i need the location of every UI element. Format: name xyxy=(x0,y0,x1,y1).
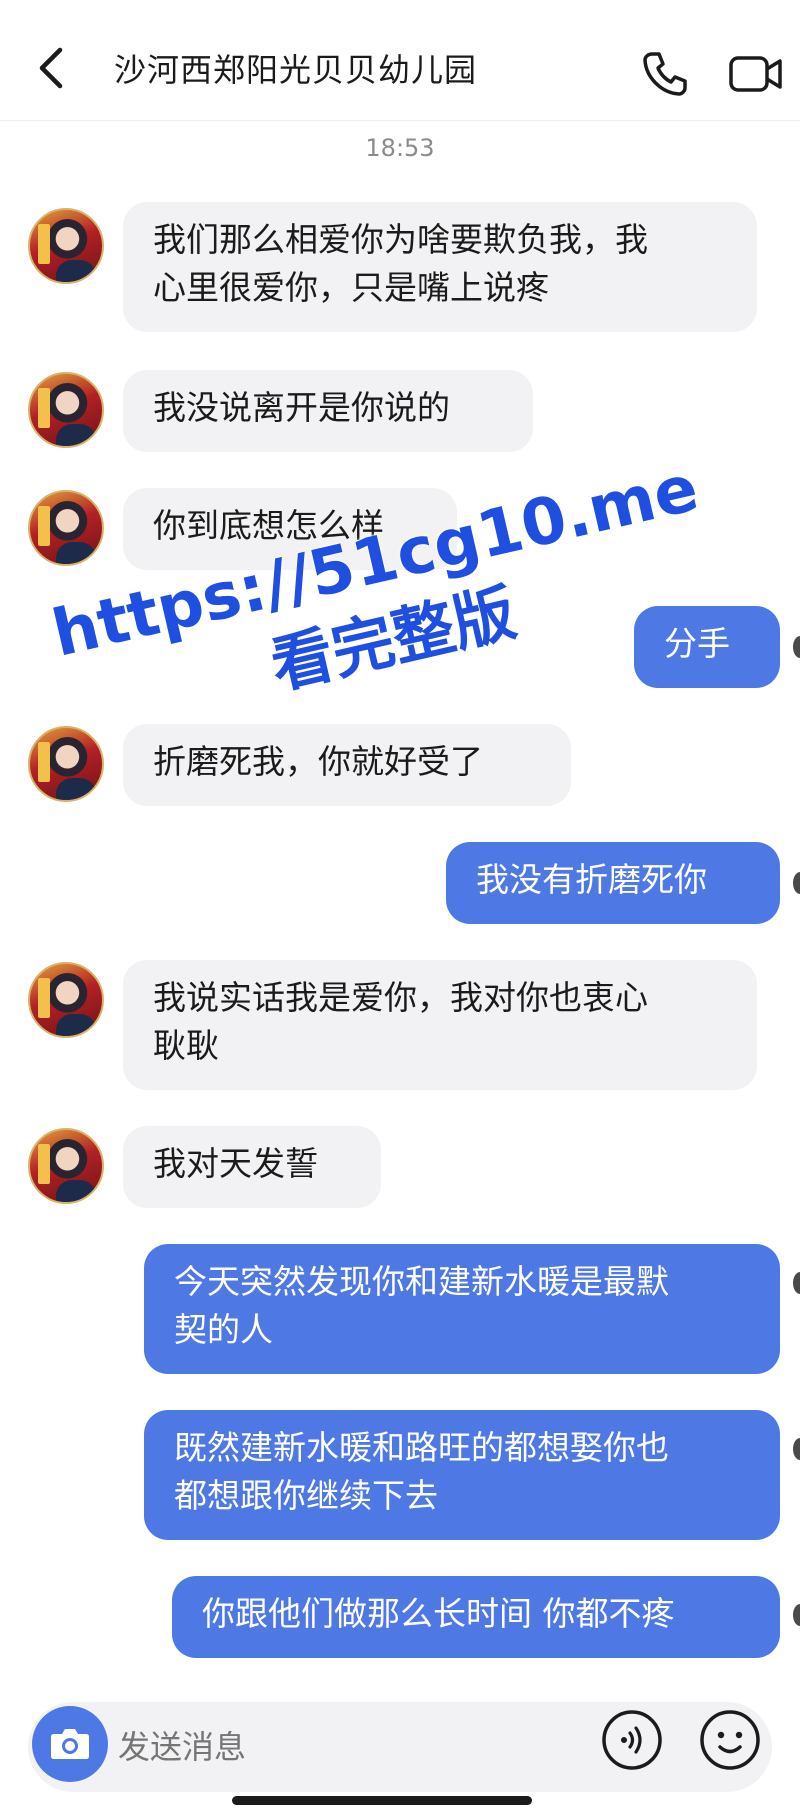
voice-message-button[interactable] xyxy=(600,1708,664,1772)
message-timestamp: 18:53 xyxy=(365,134,435,162)
phone-icon xyxy=(643,52,687,96)
incoming-message-bubble[interactable]: 我说实话我是爱你，我对你也衷心 耿耿 xyxy=(123,960,757,1090)
voice-call-button[interactable] xyxy=(640,48,690,98)
contact-avatar[interactable] xyxy=(28,490,104,566)
chat-header: 沙河西郑阳光贝贝幼儿园 xyxy=(0,0,800,121)
emoji-icon xyxy=(700,1710,760,1770)
outgoing-message-bubble[interactable]: 既然建新水暖和路旺的都想娶你也 都想跟你继续下去 xyxy=(144,1410,780,1540)
user-avatar-edge xyxy=(793,872,800,894)
message-line: 我说实话我是爱你，我对你也衷心 xyxy=(153,978,648,1017)
incoming-message-bubble[interactable]: 我没说离开是你说的 xyxy=(123,370,533,452)
contact-avatar[interactable] xyxy=(28,1128,104,1204)
outgoing-message-bubble[interactable]: 我没有折磨死你 xyxy=(446,842,780,924)
message-line: 我没说离开是你说的 xyxy=(153,388,450,427)
message-line: 既然建新水暖和路旺的都想娶你也 xyxy=(174,1428,669,1467)
message-line: 我对天发誓 xyxy=(153,1144,318,1183)
contact-avatar[interactable] xyxy=(28,962,104,1038)
chat-title: 沙河西郑阳光贝贝幼儿园 xyxy=(114,51,478,89)
incoming-message-bubble[interactable]: 我们那么相爱你为啥要欺负我，我 心里很爱你，只是嘴上说疼 xyxy=(123,202,757,332)
message-line: 分手 xyxy=(664,624,730,663)
message-line: 心里很爱你，只是嘴上说疼 xyxy=(153,268,549,307)
emoji-button[interactable] xyxy=(698,1708,762,1772)
voice-icon xyxy=(602,1710,662,1770)
contact-avatar[interactable] xyxy=(28,208,104,284)
outgoing-message-bubble[interactable]: 你跟他们做那么长时间 你都不疼 xyxy=(172,1576,780,1658)
camera-button[interactable] xyxy=(32,1706,108,1782)
back-button[interactable] xyxy=(30,40,74,96)
user-avatar-edge xyxy=(793,1438,800,1460)
user-avatar-edge xyxy=(793,1272,800,1294)
video-camera-icon xyxy=(729,56,782,92)
incoming-message-bubble[interactable]: 你到底想怎么样 xyxy=(123,488,457,570)
camera-icon xyxy=(51,1729,89,1759)
message-line: 契的人 xyxy=(174,1310,273,1349)
home-indicator xyxy=(232,1796,532,1805)
incoming-message-bubble[interactable]: 折磨死我，你就好受了 xyxy=(123,724,571,806)
video-call-button[interactable] xyxy=(728,52,784,96)
incoming-message-bubble[interactable]: 我对天发誓 xyxy=(123,1126,381,1208)
user-avatar-edge xyxy=(793,1604,800,1626)
chevron-left-icon xyxy=(39,47,63,89)
user-avatar-edge xyxy=(793,636,800,658)
message-line: 我没有折磨死你 xyxy=(476,860,707,899)
message-line: 耿耿 xyxy=(153,1026,219,1065)
message-line: 都想跟你继续下去 xyxy=(174,1476,438,1515)
outgoing-message-bubble[interactable]: 分手 xyxy=(634,606,780,688)
message-line: 我们那么相爱你为啥要欺负我，我 xyxy=(153,220,648,259)
message-line: 你跟他们做那么长时间 你都不疼 xyxy=(202,1594,675,1633)
outgoing-message-bubble[interactable]: 今天突然发现你和建新水暖是最默 契的人 xyxy=(144,1244,780,1374)
contact-avatar[interactable] xyxy=(28,372,104,448)
message-line: 你到底想怎么样 xyxy=(153,506,384,545)
contact-avatar[interactable] xyxy=(28,726,104,802)
message-line: 今天突然发现你和建新水暖是最默 xyxy=(174,1262,669,1301)
message-line: 折磨死我，你就好受了 xyxy=(153,742,483,781)
message-input[interactable] xyxy=(118,1718,578,1776)
